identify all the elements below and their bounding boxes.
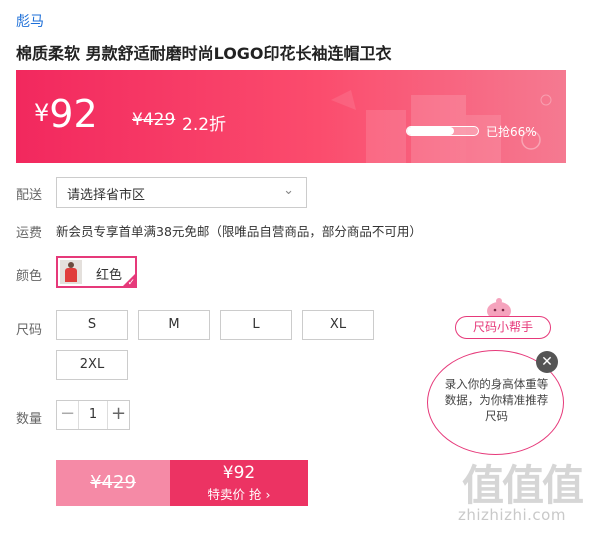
quantity-label: 数量 [16, 412, 43, 427]
watermark-text: zhizhizhi.com [458, 506, 566, 524]
banner-decoration [331, 90, 552, 163]
sold-progress-bar [406, 126, 479, 136]
original-price: ¥429 [132, 110, 176, 130]
quantity-decrease-button[interactable]: − [57, 401, 79, 429]
chevron-down-icon: ⌄ [283, 183, 294, 198]
buy-label: 特卖价 抢 › [207, 487, 271, 502]
color-label: 颜色 [16, 269, 43, 284]
close-icon[interactable]: ✕ [536, 351, 558, 373]
discount-label: 2.2折 [182, 115, 227, 135]
color-thumbnail [60, 260, 82, 284]
sold-progress-fill [407, 127, 454, 135]
color-name: 红色 [96, 268, 123, 283]
product-title: 棉质柔软 男款舒适耐磨时尚LOGO印花长袖连帽卫衣 [16, 44, 392, 63]
quantity-value[interactable]: 1 [79, 401, 107, 429]
size-option-s[interactable]: S [56, 310, 128, 340]
size-option-m[interactable]: M [138, 310, 210, 340]
delivery-label: 配送 [16, 188, 43, 203]
shipping-label: 运费 [16, 226, 43, 241]
size-option-2xl[interactable]: 2XL [56, 350, 128, 380]
buy-now-button[interactable]: ¥92 特卖价 抢 › [170, 460, 308, 506]
price-value: 92 [49, 92, 98, 136]
currency-symbol: ¥ [34, 99, 50, 127]
quantity-increase-button[interactable]: + [107, 401, 129, 429]
size-option-xl[interactable]: XL [302, 310, 374, 340]
check-icon: ✓ [127, 278, 135, 288]
buy-price: ¥92 [222, 463, 256, 483]
size-option-l[interactable]: L [220, 310, 292, 340]
quantity-stepper: − 1 + [56, 400, 130, 430]
flash-price: ¥92 [34, 92, 98, 136]
size-helper-tag[interactable]: 尺码小帮手 [455, 316, 551, 339]
size-label: 尺码 [16, 323, 43, 338]
sold-percent-text: 已抢66% [486, 125, 537, 139]
size-helper-text: 录入你的身高体重等数据，为你精准推荐尺码 [444, 377, 549, 423]
original-price-button[interactable]: ¥429 [56, 460, 170, 506]
brand-link[interactable]: 彪马 [16, 11, 44, 31]
shipping-info: 新会员专享首单满38元免邮（限唯品自营商品，部分商品不可用） [56, 224, 422, 239]
price-banner: ¥92 ¥429 2.2折 已抢66% [16, 70, 566, 163]
region-select[interactable]: 请选择省市区 ⌄ [56, 177, 307, 208]
color-option-red[interactable]: 红色 ✓ [56, 256, 137, 288]
watermark-logo: 值值值 [462, 461, 584, 510]
region-select-value: 请选择省市区 [67, 188, 146, 203]
